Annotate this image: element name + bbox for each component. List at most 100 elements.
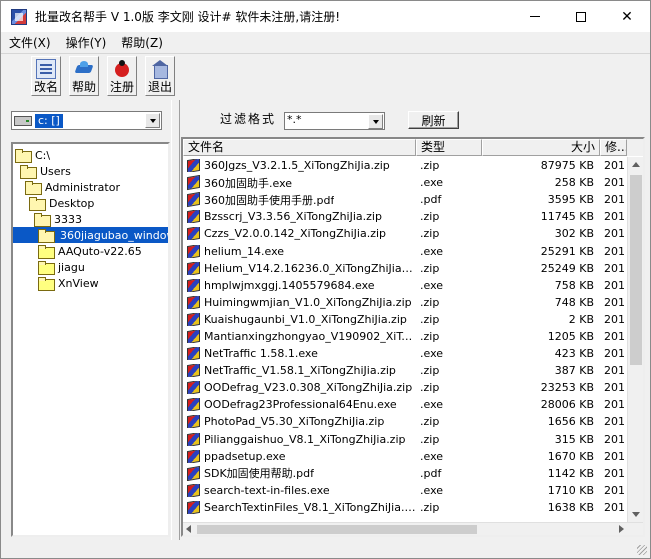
column-header-size[interactable]: 大小 [482, 139, 600, 156]
maximize-button[interactable] [558, 1, 604, 32]
tree-item-label: Desktop [49, 196, 95, 210]
file-icon [187, 329, 200, 343]
scroll-up-icon[interactable] [632, 162, 640, 167]
table-row[interactable]: Kuaishugaunbi_V1.0_XiTongZhiJia.zip .zip 2… [183, 311, 627, 328]
menu-help[interactable]: 帮助(Z) [113, 34, 170, 51]
horizontal-scrollbar[interactable] [183, 522, 643, 535]
table-row[interactable]: 360加固助手使用手册.pdf .pdf 3595 KB 201 [183, 191, 627, 208]
drive-value: c: [] [35, 113, 63, 128]
table-row[interactable]: Bzsscrj_V3.3.56_XiTongZhiJia.zip .zip 1174… [183, 208, 627, 225]
file-size: 1670 KB [547, 449, 594, 463]
filter-value: *.* [287, 113, 302, 126]
file-name: 360加固助手使用手册.pdf [204, 193, 335, 207]
table-row[interactable]: 360Jgzs_V3.2.1.5_XiTongZhiJia.zip .zip 879… [183, 157, 627, 174]
menu-bar: 文件(X) 操作(Y) 帮助(Z) [1, 32, 650, 52]
tree-item[interactable]: Users [20, 163, 71, 179]
column-header-modified[interactable]: 修... [600, 139, 627, 156]
file-icon [187, 347, 200, 361]
table-row[interactable]: Helium_V14.2.16236.0_XiTongZhiJia.zip .zi… [183, 260, 627, 277]
exit-button[interactable]: 退出 [145, 56, 175, 96]
file-name-cell: hmplwjmxggj.1405579684.exe [183, 278, 416, 292]
file-size: 1710 KB [547, 483, 594, 497]
menu-file[interactable]: 文件(X) [1, 34, 58, 51]
column-header-type[interactable]: 类型 [416, 139, 482, 156]
help-button[interactable]: 帮助 [69, 56, 99, 96]
file-name-cell: OODefrag23Professional64Enu.exe [183, 398, 416, 412]
table-row[interactable]: OODefrag_V23.0.308_XiTongZhiJia.zip .zip 2… [183, 379, 627, 396]
close-button[interactable]: ✕ [604, 1, 650, 32]
table-row[interactable]: ppadsetup.exe .exe 1670 KB 201 [183, 448, 627, 465]
file-icon [187, 192, 200, 208]
scroll-right-icon[interactable] [619, 525, 624, 533]
tree-item[interactable]: C:\ [15, 147, 50, 163]
hscroll-thumb[interactable] [197, 525, 477, 534]
tree-item[interactable]: AAQuto-v22.65 [38, 243, 142, 259]
file-icon [187, 312, 200, 326]
table-row[interactable]: NetTraffic_V1.58.1_XiTongZhiJia.zip .zip 3… [183, 362, 627, 379]
tree-item[interactable]: XnView [38, 275, 99, 291]
table-row[interactable]: Czzs_V2.0.0.142_XiTongZhiJia.zip .zip 302 … [183, 225, 627, 242]
file-name-cell: Czzs_V2.0.0.142_XiTongZhiJia.zip [183, 227, 416, 241]
file-name: 360Jgzs_V3.2.1.5_XiTongZhiJia.zip [204, 159, 390, 173]
table-row[interactable]: 360加固助手.exe .exe 258 KB 201 [183, 174, 627, 191]
file-name-cell: 360Jgzs_V3.2.1.5_XiTongZhiJia.zip [183, 159, 416, 173]
file-name: Kuaishugaunbi_V1.0_XiTongZhiJia.zip [204, 312, 407, 326]
title-bar[interactable]: 批量改名帮手 V 1.0版 李文刚 设计# 软件未注册,请注册! ✕ [1, 1, 650, 32]
menu-operate[interactable]: 操作(Y) [58, 34, 114, 51]
table-row[interactable]: SearchTextinFiles_V8.1_XiTongZhiJia.zip.… [183, 499, 627, 516]
table-row[interactable]: Huimingwmjian_V1.0_XiTongZhiJia.zip .zip 7… [183, 294, 627, 311]
file-type: .exe [420, 449, 444, 463]
file-name-cell: search-text-in-files.exe [183, 483, 416, 497]
minimize-button[interactable] [512, 1, 558, 32]
table-row[interactable]: SDK加固使用帮助.pdf .pdf 1142 KB 201 [183, 465, 627, 482]
file-list[interactable]: 文件名 类型 大小 修... 360Jgzs_V3.2.1.5_XiTongZh… [181, 137, 645, 537]
rename-label: 改名 [33, 80, 58, 94]
resize-grip[interactable] [637, 545, 647, 555]
column-header-name[interactable]: 文件名 [183, 139, 416, 156]
file-name: Helium_V14.2.16236.0_XiTongZhiJia.zip [204, 261, 416, 275]
file-icon [187, 278, 200, 292]
table-row[interactable]: Pilianggaishuo_V8.1_XiTongZhiJia.zip .zip… [183, 431, 627, 448]
table-row[interactable]: search-text-in-files.exe .exe 1710 KB 201 [183, 482, 627, 499]
vertical-scrollbar[interactable] [627, 157, 643, 522]
file-size: 1656 KB [547, 415, 594, 429]
tree-item-selected[interactable]: 360jiagubao_windows_ [13, 227, 168, 243]
file-type: .zip [420, 210, 440, 224]
tree-item[interactable]: Administrator [25, 179, 120, 195]
file-type: .exe [420, 347, 444, 361]
scroll-left-icon[interactable] [186, 525, 191, 533]
file-size: 423 KB [554, 347, 594, 361]
filter-select[interactable]: *.* [284, 112, 385, 130]
table-row[interactable]: OODefrag23Professional64Enu.exe .exe 28006… [183, 396, 627, 413]
chevron-down-icon[interactable] [145, 113, 160, 128]
chevron-down-icon[interactable] [368, 114, 383, 129]
file-icon [187, 364, 200, 378]
tree-item[interactable]: jiagu [38, 259, 85, 275]
table-row[interactable]: Mantianxingzhongyao_V190902_XiTongZ... .z… [183, 328, 627, 345]
directory-tree[interactable]: C:\ Users Administrator Desktop 3333 360… [11, 142, 170, 537]
tree-item[interactable]: 3333 [34, 211, 82, 227]
minimize-icon [530, 16, 540, 17]
tree-item[interactable]: Desktop [29, 195, 94, 211]
close-icon: ✕ [621, 8, 633, 25]
file-size: 3595 KB [547, 193, 594, 207]
scroll-thumb[interactable] [630, 175, 642, 365]
table-row[interactable]: helium_14.exe .exe 25291 KB 201 [183, 242, 627, 259]
tree-item-label: 3333 [54, 212, 82, 226]
file-icon [187, 227, 200, 241]
file-size: 1205 KB [547, 329, 594, 343]
refresh-button[interactable]: 刷新 [408, 111, 459, 129]
table-row[interactable]: PhotoPad_V5.30_XiTongZhiJia.zip .zip 1656 … [183, 413, 627, 430]
panel-splitter[interactable] [171, 100, 180, 540]
rename-button[interactable]: 改名 [31, 56, 61, 96]
file-name-cell: Kuaishugaunbi_V1.0_XiTongZhiJia.zip [183, 312, 416, 326]
tree-item-label: jiagu [58, 260, 85, 274]
table-row[interactable]: NetTraffic 1.58.1.exe .exe 423 KB 201 [183, 345, 627, 362]
register-button[interactable]: 注册 [107, 56, 137, 96]
scroll-down-icon[interactable] [632, 512, 640, 517]
file-size: 25249 KB [540, 261, 594, 275]
drive-select[interactable]: c: [] [11, 111, 162, 130]
file-type: .zip [420, 295, 440, 309]
tree-item-label: 360jiagubao_windows_ [58, 228, 168, 242]
table-row[interactable]: hmplwjmxggj.1405579684.exe .exe 758 KB 201 [183, 277, 627, 294]
